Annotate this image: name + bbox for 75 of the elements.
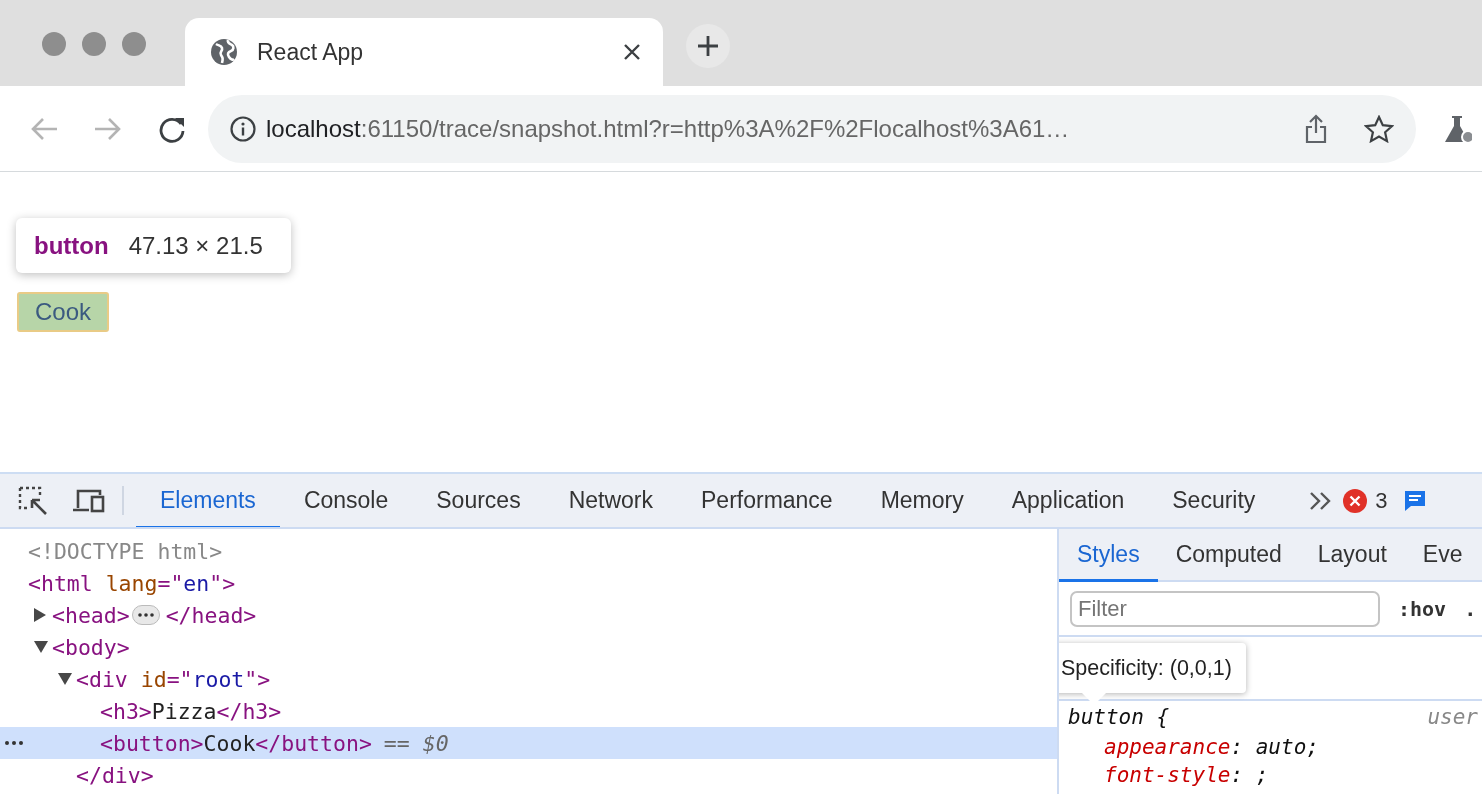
- ellipsis-badge-icon[interactable]: [131, 605, 160, 625]
- dom-token: ">: [209, 570, 236, 596]
- filter-field[interactable]: Filter: [1070, 590, 1380, 627]
- devtools-tab[interactable]: Elements: [136, 474, 280, 527]
- class-toggle[interactable]: .: [1464, 596, 1477, 621]
- message-icon[interactable]: [1403, 489, 1426, 512]
- dom-token: =": [157, 570, 184, 596]
- dom-token: id: [139, 666, 167, 692]
- dom-row[interactable]: <body>: [0, 631, 1057, 663]
- error-count: 3: [1375, 487, 1388, 514]
- dom-row[interactable]: </div>: [0, 759, 1057, 791]
- cook-button[interactable]: Cook: [17, 292, 109, 332]
- rule-source[interactable]: user: [1427, 705, 1478, 729]
- devtools-tab[interactable]: Sources: [412, 474, 545, 527]
- close-icon[interactable]: [623, 43, 641, 61]
- ellipsis-icon[interactable]: [5, 741, 23, 745]
- selected-marker: == $0: [383, 730, 449, 756]
- expanded-triangle-icon[interactable]: [34, 641, 48, 653]
- device-toolbar-icon[interactable]: [72, 487, 106, 514]
- dom-token: <!DOCTYPE html>: [28, 538, 223, 564]
- styles-subtab[interactable]: Styles: [1059, 529, 1158, 582]
- hov-toggle[interactable]: :hov: [1398, 596, 1447, 621]
- flask-icon[interactable]: [1444, 113, 1472, 144]
- address-bar[interactable]: localhost:61150/trace/snapshot.html?r=http%3A%2F%2Flocalhost%3A61…: [208, 94, 1416, 163]
- css-property[interactable]: font-style: [1104, 763, 1231, 787]
- new-tab-button[interactable]: [686, 24, 730, 68]
- devtools-tab[interactable]: Console: [279, 474, 413, 527]
- dom-token: </h3>: [216, 698, 282, 724]
- devtools-tab[interactable]: Performance: [677, 474, 857, 527]
- styles-subtab[interactable]: Layout: [1299, 529, 1405, 582]
- info-icon: [230, 115, 256, 142]
- plus-icon: [697, 35, 719, 57]
- styles-subtab[interactable]: Computed: [1157, 529, 1300, 582]
- error-icon[interactable]: [1343, 488, 1368, 513]
- browser-tab[interactable]: React App: [185, 18, 663, 86]
- dom-token: <html: [28, 570, 93, 596]
- dom-token: root: [192, 666, 245, 692]
- share-icon[interactable]: [1304, 113, 1328, 144]
- dom-token: </button>: [255, 730, 372, 756]
- dom-row[interactable]: <div id="root">: [0, 663, 1057, 695]
- devtools-tab[interactable]: Memory: [856, 474, 988, 527]
- dom-token: <div: [76, 666, 128, 692]
- dom-token: Cook: [203, 730, 256, 756]
- expanded-triangle-icon[interactable]: [58, 673, 72, 685]
- css-value[interactable]: : ;: [1230, 763, 1269, 787]
- dom-token: Pizza: [151, 698, 217, 724]
- dom-row[interactable]: <!DOCTYPE html>: [0, 535, 1057, 567]
- dom-token: <h3>: [100, 698, 152, 724]
- tooltip-tag-name: button: [34, 231, 109, 260]
- star-icon[interactable]: [1364, 114, 1394, 143]
- dom-token: <button>: [100, 730, 204, 756]
- globe-icon: [210, 38, 238, 66]
- dom-token: </div>: [76, 762, 154, 788]
- tab-title: React App: [257, 38, 365, 66]
- dom-row[interactable]: <h3>Pizza</h3>: [0, 695, 1057, 727]
- css-selector: button {: [1068, 705, 1171, 729]
- dom-row[interactable]: <head> </head>: [0, 599, 1057, 631]
- dom-token: ">: [244, 666, 271, 692]
- devtools-tab[interactable]: Security: [1148, 474, 1280, 527]
- dom-token: <body>: [52, 634, 130, 660]
- devtools-tab[interactable]: Network: [544, 474, 677, 527]
- selected-dom-row[interactable]: <button>Cook</button> == $0: [0, 727, 1057, 759]
- dom-token: <head>: [52, 602, 130, 628]
- dom-token: en: [183, 570, 210, 596]
- css-property[interactable]: appearance: [1104, 735, 1231, 759]
- dom-token: lang: [104, 570, 158, 596]
- url-text: localhost:61150/trace/snapshot.html?r=http%3A%2F%2Flocalhost%3A61…: [266, 114, 1071, 143]
- dom-token: </head>: [165, 602, 257, 628]
- styles-subtab[interactable]: Eve: [1404, 529, 1481, 582]
- tooltip-dimensions: 47.13 × 21.5: [128, 231, 263, 260]
- dom-token: =": [166, 666, 193, 692]
- css-value[interactable]: : auto;: [1230, 735, 1319, 759]
- collapsed-triangle-icon[interactable]: [34, 608, 46, 622]
- dom-row[interactable]: <html lang="en">: [0, 567, 1057, 599]
- devtools-tab[interactable]: Application: [987, 474, 1149, 527]
